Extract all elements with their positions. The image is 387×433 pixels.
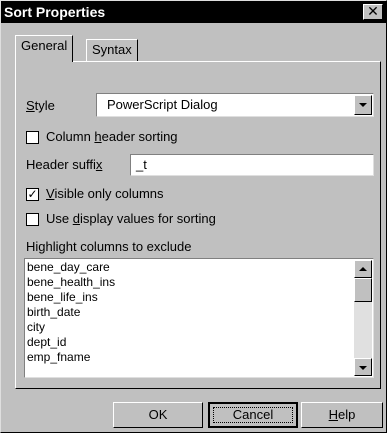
tab-general[interactable]: General <box>15 35 74 62</box>
listbox-scrollbar[interactable] <box>354 260 372 376</box>
ok-button[interactable]: OK <box>113 402 203 428</box>
scroll-down-button[interactable] <box>354 358 372 376</box>
checkmark-icon: ✓ <box>27 187 38 201</box>
cancel-button[interactable]: Cancel <box>208 402 298 428</box>
tab-syntax[interactable]: Syntax <box>86 39 138 61</box>
list-item[interactable]: bene_life_ins <box>27 290 98 305</box>
list-item[interactable]: dept_id <box>27 335 66 350</box>
title-bar[interactable]: Sort Properties ✕ <box>1 1 387 23</box>
style-dropdown[interactable]: PowerScript Dialog <box>96 93 374 117</box>
highlight-columns-label: Highlight columns to exclude <box>26 239 192 254</box>
list-item[interactable]: bene_day_care <box>27 260 110 275</box>
style-dropdown-button[interactable] <box>354 95 372 115</box>
column-header-sorting-checkbox[interactable] <box>26 131 39 144</box>
tab-syntax-label: Syntax <box>92 42 132 57</box>
general-tab-panel: Style PowerScript Dialog Column header s… <box>15 61 381 389</box>
focus-rectangle <box>213 407 293 423</box>
scroll-up-button[interactable] <box>354 260 372 278</box>
visible-only-columns-label[interactable]: Visible only columns <box>46 186 164 201</box>
ok-button-label: OK <box>148 407 168 422</box>
header-suffix-label: Header suffix <box>26 157 103 172</box>
chevron-up-icon <box>359 267 367 271</box>
header-suffix-value: _t <box>136 157 147 172</box>
visible-only-columns-checkbox[interactable]: ✓ <box>26 188 39 201</box>
use-display-values-label[interactable]: Use display values for sorting <box>46 211 216 226</box>
list-item[interactable]: city <box>27 320 45 335</box>
window-title: Sort Properties <box>4 4 106 20</box>
style-label: Style <box>26 98 55 113</box>
scroll-thumb[interactable] <box>354 278 372 302</box>
list-item[interactable]: bene_health_ins <box>27 275 115 290</box>
tab-general-label: General <box>21 38 68 53</box>
list-item[interactable]: emp_fname <box>27 350 90 365</box>
close-icon: ✕ <box>367 3 379 19</box>
help-button[interactable]: Help <box>301 402 383 428</box>
style-dropdown-value: PowerScript Dialog <box>107 97 218 112</box>
chevron-down-icon <box>359 366 367 370</box>
column-header-sorting-label[interactable]: Column header sorting <box>46 129 178 144</box>
list-item[interactable]: birth_date <box>27 305 80 320</box>
sort-properties-dialog: Sort Properties ✕ General Syntax Style P… <box>0 0 387 433</box>
columns-listbox[interactable]: bene_day_care bene_health_ins bene_life_… <box>24 258 374 378</box>
use-display-values-checkbox[interactable] <box>26 213 39 226</box>
help-button-label: Help <box>328 407 356 422</box>
close-button[interactable]: ✕ <box>363 4 383 20</box>
chevron-down-icon <box>359 103 367 107</box>
header-suffix-field[interactable]: _t <box>130 154 374 176</box>
